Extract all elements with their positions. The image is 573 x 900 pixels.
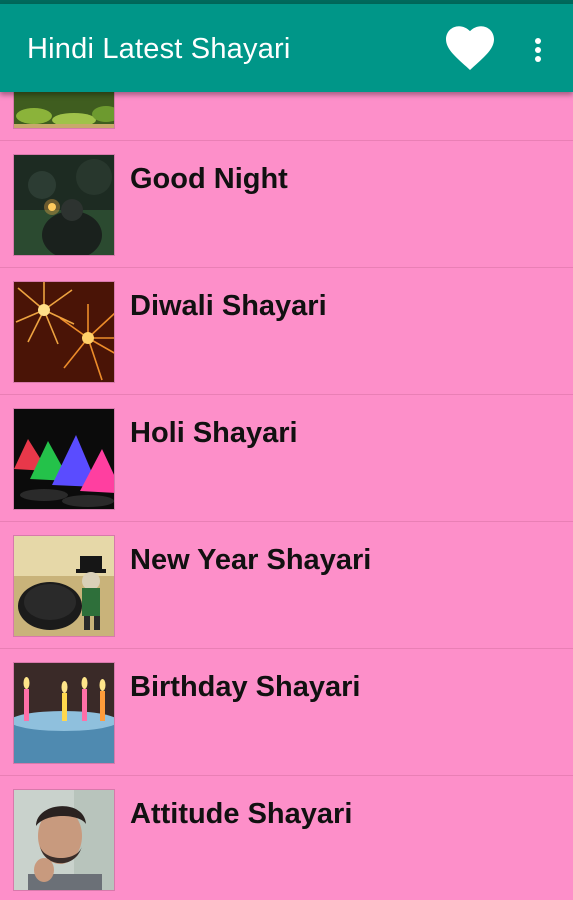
list-item[interactable]: Good Night — [0, 141, 573, 268]
category-list: Good Night Diwali Shayari Holi Shayari N… — [0, 92, 573, 900]
garden-image — [13, 92, 115, 129]
list-item[interactable]: Attitude Shayari — [0, 776, 573, 900]
category-label: Attitude Shayari — [130, 798, 353, 830]
list-item[interactable]: Holi Shayari — [0, 395, 573, 522]
list-item[interactable] — [0, 92, 573, 141]
color-powder-image — [13, 408, 115, 510]
list-item[interactable]: Diwali Shayari — [0, 268, 573, 395]
category-label: Holi Shayari — [130, 417, 298, 449]
category-label: Good Night — [130, 163, 288, 195]
app-title: Hindi Latest Shayari — [27, 33, 291, 65]
category-label: New Year Shayari — [130, 544, 372, 576]
favorites-button[interactable] — [445, 26, 495, 72]
category-label: Birthday Shayari — [130, 671, 361, 703]
app-toolbar: Hindi Latest Shayari — [0, 4, 573, 92]
list-item[interactable]: Birthday Shayari — [0, 649, 573, 776]
list-item[interactable]: New Year Shayari — [0, 522, 573, 649]
heart-icon — [446, 26, 494, 70]
night-candle-image — [13, 154, 115, 256]
birthday-candles-image — [13, 662, 115, 764]
fireworks-image — [13, 281, 115, 383]
man-portrait-image — [13, 789, 115, 891]
new-year-hat-image — [13, 535, 115, 637]
overflow-menu-button[interactable] — [522, 30, 554, 70]
category-label: Diwali Shayari — [130, 290, 327, 322]
